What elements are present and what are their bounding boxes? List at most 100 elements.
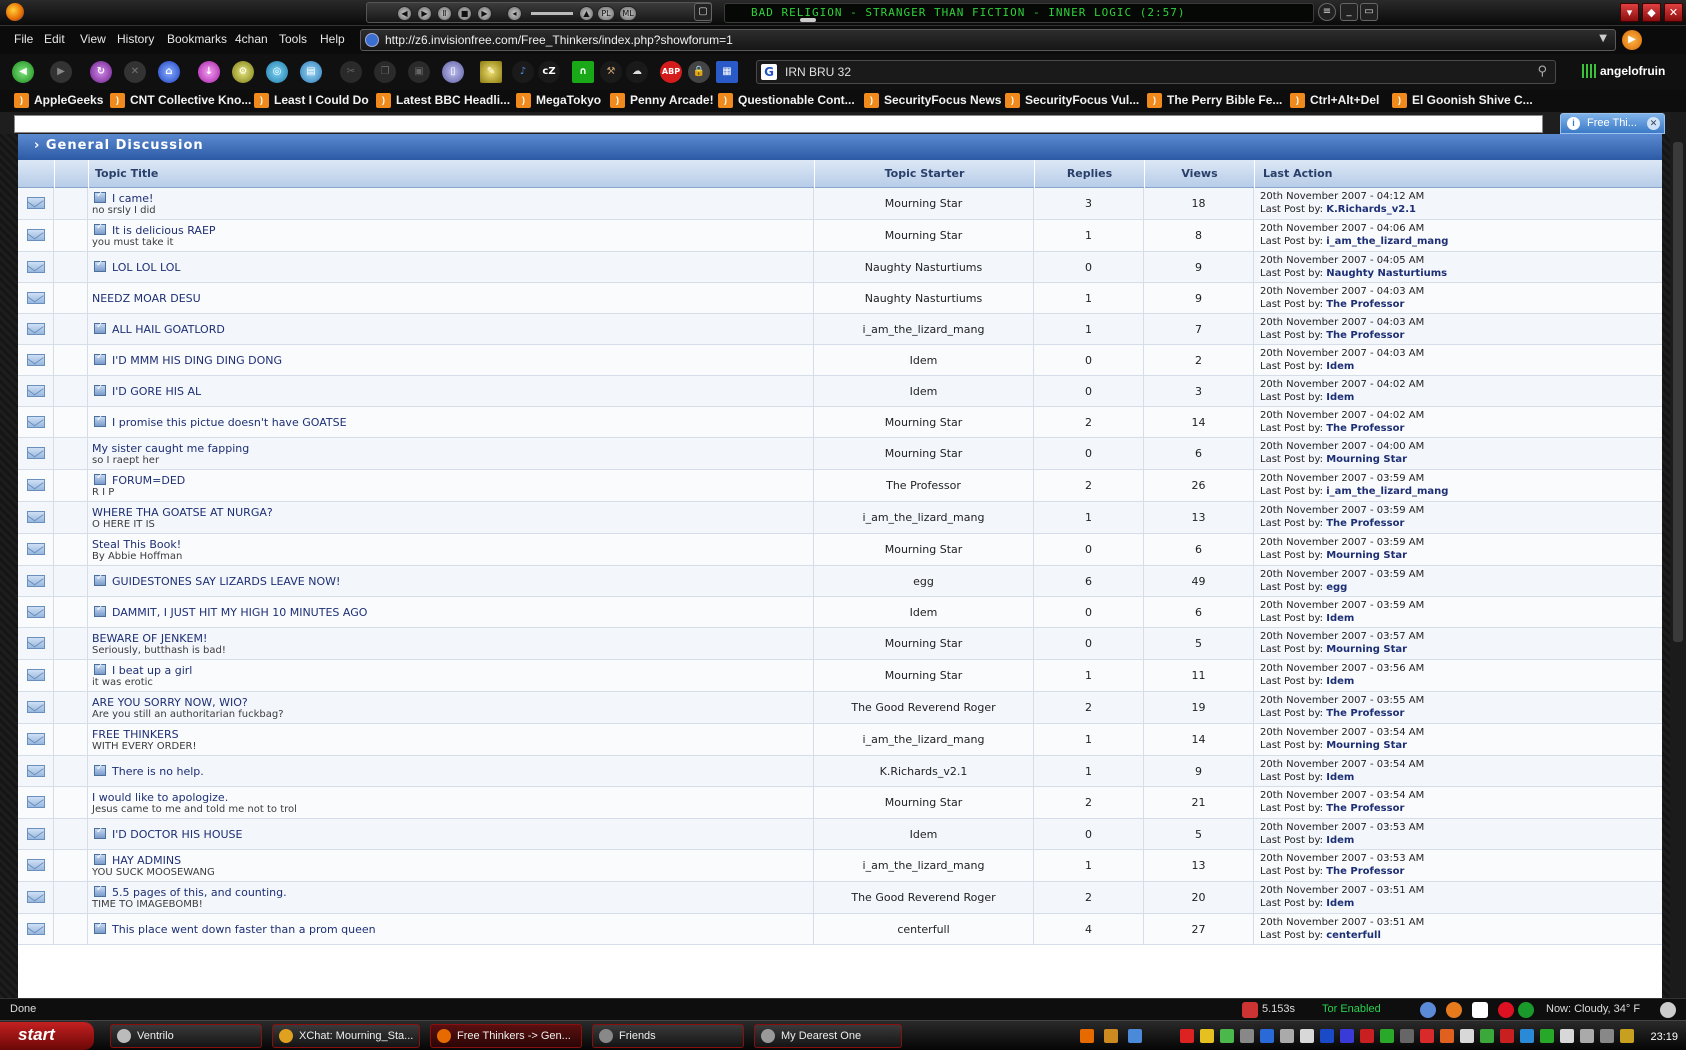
topic-link[interactable]: HAY ADMINS xyxy=(94,852,181,867)
topic-starter[interactable]: The Good Reverend Roger xyxy=(814,882,1034,913)
tray-net2-icon[interactable] xyxy=(1580,1029,1594,1043)
last-poster-link[interactable]: centerfull xyxy=(1326,930,1381,941)
topic-link[interactable]: WHERE THA GOATSE AT NURGA? xyxy=(92,506,273,519)
last-poster-link[interactable]: Idem xyxy=(1326,772,1354,783)
reply-count[interactable]: 1 xyxy=(1034,756,1144,786)
next-track-icon[interactable]: ▶ xyxy=(477,6,492,21)
tray-cloud-icon[interactable] xyxy=(1300,1029,1314,1043)
topic-starter[interactable]: Mourning Star xyxy=(814,220,1034,251)
reply-count[interactable]: 2 xyxy=(1034,787,1144,818)
weather-text[interactable]: Now: Cloudy, 34° F xyxy=(1546,1003,1640,1015)
tray-speaker-icon[interactable] xyxy=(1240,1029,1254,1043)
envelope-icon[interactable] xyxy=(27,764,45,777)
last-action-date[interactable]: 20th November 2007 - 03:54 AM xyxy=(1260,759,1424,770)
last-poster-link[interactable]: The Professor xyxy=(1326,803,1404,814)
tray-mail-icon[interactable] xyxy=(1460,1029,1474,1043)
sync-icon[interactable] xyxy=(1420,1002,1436,1018)
globe-icon[interactable]: ◎ xyxy=(266,61,288,83)
last-poster-link[interactable]: Idem xyxy=(1326,835,1354,846)
envelope-icon[interactable] xyxy=(27,543,45,555)
page-icon[interactable]: ▯ xyxy=(442,61,464,83)
player-close-icon[interactable]: ▢ xyxy=(694,3,712,21)
menu-tools[interactable]: Tools xyxy=(279,32,307,46)
last-action-date[interactable]: 20th November 2007 - 04:02 AM xyxy=(1260,379,1424,390)
username-label[interactable]: angelofruin xyxy=(1600,64,1665,78)
tray-globe-icon[interactable] xyxy=(1520,1029,1534,1043)
bookmark-item[interactable]: ) Questionable Cont... xyxy=(718,93,855,109)
last-poster-link[interactable]: The Professor xyxy=(1326,866,1404,877)
lock-icon[interactable]: 🔒 xyxy=(688,61,710,83)
url-text[interactable]: http://z6.invisionfree.com/Free_Thinkers… xyxy=(385,33,733,47)
alert-icon[interactable] xyxy=(1498,1002,1514,1018)
topic-starter[interactable]: K.Richards_v2.1 xyxy=(814,756,1034,786)
tools-icon[interactable]: ⚒ xyxy=(600,61,622,83)
reply-count[interactable]: 0 xyxy=(1034,252,1144,282)
envelope-icon[interactable] xyxy=(27,322,45,335)
last-poster-link[interactable]: Naughty Nasturtiums xyxy=(1326,268,1447,279)
menu-help[interactable]: Help xyxy=(320,32,345,46)
topic-link[interactable]: I promise this pictue doesn't have GOATS… xyxy=(94,414,347,429)
topic-starter[interactable]: Naughty Nasturtiums xyxy=(814,252,1034,282)
envelope-icon[interactable] xyxy=(27,574,45,587)
last-action-date[interactable]: 20th November 2007 - 04:00 AM xyxy=(1260,441,1424,452)
reply-count[interactable]: 1 xyxy=(1034,502,1144,533)
tray-misc2-icon[interactable] xyxy=(1620,1029,1634,1043)
restore-window-icon[interactable]: ◆ xyxy=(1642,3,1661,22)
topic-link[interactable]: There is no help. xyxy=(94,763,204,778)
menu-4chan[interactable]: 4chan xyxy=(235,32,268,46)
music-icon[interactable]: ♪ xyxy=(512,61,534,83)
tab-free-thinkers[interactable]: i Free Thi... ✕ xyxy=(1560,113,1665,134)
tray-sound-icon[interactable] xyxy=(1560,1029,1574,1043)
vertical-scrollbar[interactable] xyxy=(1670,112,1686,998)
last-poster-link[interactable]: Idem xyxy=(1326,676,1354,687)
topic-link[interactable]: ARE YOU SORRY NOW, WIO? xyxy=(92,696,248,709)
last-action-date[interactable]: 20th November 2007 - 03:56 AM xyxy=(1260,663,1424,674)
last-action-date[interactable]: 20th November 2007 - 04:03 AM xyxy=(1260,317,1424,328)
player-shade-icon[interactable]: ▭ xyxy=(1360,3,1378,21)
last-action-date[interactable]: 20th November 2007 - 04:06 AM xyxy=(1260,223,1424,234)
start-button[interactable]: start xyxy=(0,1022,94,1050)
envelope-icon[interactable] xyxy=(27,511,45,523)
bookmark-item[interactable]: ) Penny Arcade! xyxy=(610,93,714,109)
reply-count[interactable]: 0 xyxy=(1034,345,1144,375)
tray-shield-icon[interactable] xyxy=(1180,1029,1194,1043)
last-poster-link[interactable]: Idem xyxy=(1326,392,1354,403)
tray-check-icon[interactable] xyxy=(1380,1029,1394,1043)
bookmark-item[interactable]: ) Least I Could Do xyxy=(254,93,369,109)
reply-count[interactable]: 1 xyxy=(1034,283,1144,313)
site-info-icon[interactable] xyxy=(365,33,379,47)
reply-count[interactable]: 0 xyxy=(1034,376,1144,406)
topic-starter[interactable]: The Good Reverend Roger xyxy=(814,692,1034,723)
cz-icon[interactable]: cZ xyxy=(538,61,560,83)
last-poster-link[interactable]: The Professor xyxy=(1326,330,1404,341)
media-library-button[interactable]: ML xyxy=(619,6,637,21)
reply-count[interactable]: 3 xyxy=(1034,188,1144,219)
topic-link[interactable]: I'D DOCTOR HIS HOUSE xyxy=(94,826,242,841)
seek-slider[interactable] xyxy=(800,18,816,22)
tray-arrow-icon[interactable] xyxy=(1540,1029,1554,1043)
last-action-date[interactable]: 20th November 2007 - 03:59 AM xyxy=(1260,473,1424,484)
tray-check2-icon[interactable] xyxy=(1480,1029,1494,1043)
col-last-action[interactable]: Last Action xyxy=(1254,160,1662,188)
envelope-icon[interactable] xyxy=(27,701,45,713)
topic-link[interactable]: LOL LOL LOL xyxy=(94,259,181,274)
reply-count[interactable]: 2 xyxy=(1034,470,1144,501)
envelope-icon[interactable] xyxy=(27,637,45,649)
envelope-icon[interactable] xyxy=(27,479,45,491)
play-icon[interactable]: ▶ xyxy=(417,6,432,21)
adblock-icon[interactable]: ABP xyxy=(660,61,682,83)
topic-link[interactable]: I would like to apologize. xyxy=(92,791,228,804)
tray-app-icon[interactable] xyxy=(1128,1029,1142,1043)
tray-p-icon[interactable] xyxy=(1320,1029,1334,1043)
topic-link[interactable]: NEEDZ MOAR DESU xyxy=(92,292,201,305)
topic-link[interactable]: It is delicious RAEP xyxy=(94,222,216,237)
bookmark-item[interactable]: ) AppleGeeks xyxy=(14,93,103,109)
search-icon[interactable]: ⚲ xyxy=(1537,64,1547,79)
reply-count[interactable]: 1 xyxy=(1034,220,1144,251)
tray-bluetooth-icon[interactable] xyxy=(1260,1029,1274,1043)
last-poster-link[interactable]: Mourning Star xyxy=(1326,550,1407,561)
player-menu-icon[interactable]: ≡ xyxy=(1318,3,1336,21)
envelope-icon[interactable] xyxy=(27,859,45,871)
topic-starter[interactable]: Idem xyxy=(814,597,1034,627)
last-action-date[interactable]: 20th November 2007 - 03:54 AM xyxy=(1260,790,1424,801)
